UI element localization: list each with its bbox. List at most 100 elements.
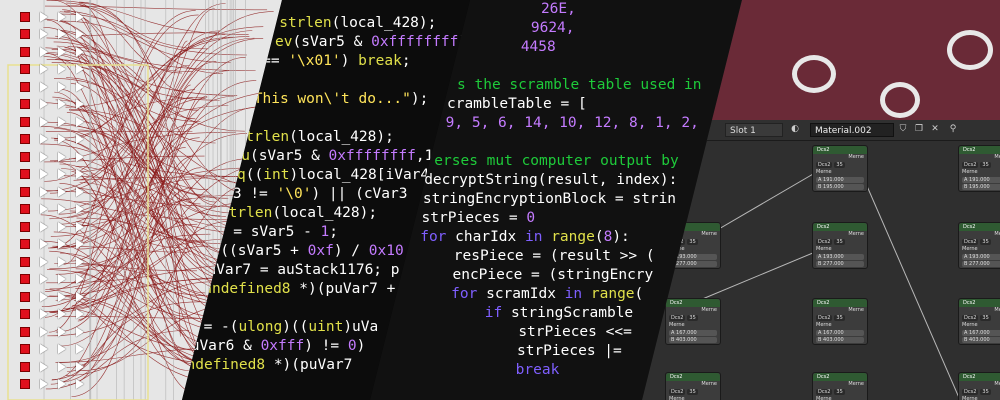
- code-token: encPiece = (stringEncry: [391, 267, 654, 283]
- node-dropdown[interactable]: Dcs235: [962, 315, 1000, 321]
- input-pin[interactable]: [20, 46, 30, 57]
- math-node[interactable]: Dcs2MerneDcs235MerneA 193.000B 277.000: [958, 222, 1000, 269]
- input-pin[interactable]: [20, 134, 30, 145]
- node-title[interactable]: Dcs2: [959, 299, 1000, 307]
- code-token: )uVa: [343, 319, 379, 335]
- gate-row: [20, 166, 84, 184]
- value-b-field[interactable]: B 195.000: [816, 184, 864, 190]
- node-title[interactable]: Dcs2: [666, 373, 720, 381]
- input-pin[interactable]: [20, 151, 30, 162]
- buffer-gate-icon: [76, 151, 84, 162]
- node-dropdown[interactable]: Dcs235: [962, 389, 1000, 395]
- buffer-gate-icon: [40, 11, 48, 22]
- input-pin[interactable]: [20, 29, 30, 40]
- node-dropdown[interactable]: Dcs235: [669, 389, 717, 395]
- buffer-gate-icon: [58, 151, 66, 162]
- math-node[interactable]: Dcs2MerneDcs235MerneA 191.000B 195.000: [812, 145, 868, 192]
- buffer-gate-icon: [76, 169, 84, 180]
- input-pin[interactable]: [20, 291, 30, 302]
- node-dropdown[interactable]: Dcs235: [816, 239, 864, 245]
- math-node[interactable]: Dcs2MerneDcs235MerneA 167.000B 403.000: [812, 298, 868, 345]
- buffer-gate-icon: [40, 291, 48, 302]
- input-pin[interactable]: [20, 221, 30, 232]
- buffer-gate-icon: [58, 239, 66, 250]
- node-dropdown[interactable]: Dcs235: [962, 239, 1000, 245]
- gate-row: [20, 323, 84, 341]
- value-b-field[interactable]: B 277.000: [962, 261, 1000, 267]
- node-dropdown[interactable]: Dcs235: [816, 315, 864, 321]
- value-b-field[interactable]: B 195.000: [962, 184, 1000, 190]
- code-token: for: [390, 286, 478, 302]
- value-a-field[interactable]: A 167.000: [962, 330, 1000, 336]
- node-title[interactable]: Dcs2: [813, 146, 867, 154]
- value-a-field[interactable]: A 193.000: [816, 254, 864, 260]
- input-pin[interactable]: [20, 186, 30, 197]
- value-a-field[interactable]: A 193.000: [962, 254, 1000, 260]
- value-b-field[interactable]: B 403.000: [816, 337, 864, 343]
- node-dropdown[interactable]: Dcs235: [962, 162, 1000, 168]
- math-node[interactable]: Dcs2MerneDcs235MerneA 100.000B 333.000: [665, 372, 721, 400]
- value-b-field[interactable]: B 403.000: [669, 337, 717, 343]
- value-a-field[interactable]: A 167.000: [816, 330, 864, 336]
- buffer-gate-icon: [76, 46, 84, 57]
- math-node[interactable]: Dcs2MerneDcs235MerneA 100.000B 333.000: [958, 372, 1000, 400]
- node-input-label: Merne: [816, 396, 832, 400]
- input-pin[interactable]: [20, 256, 30, 267]
- code-token: stringEncryptionBlock = strin: [396, 191, 677, 207]
- code-token: break: [358, 53, 402, 69]
- input-pin[interactable]: [20, 99, 30, 110]
- value-a-field[interactable]: A 167.000: [669, 330, 717, 336]
- code-token: ):: [612, 229, 630, 245]
- code-token: range: [590, 286, 635, 302]
- gate-row: [20, 253, 84, 271]
- code-token: resPiece = (result >> (: [392, 248, 655, 264]
- buffer-gate-icon: [76, 116, 84, 127]
- node-input-label: Merne: [962, 322, 978, 328]
- node-title[interactable]: Dcs2: [813, 299, 867, 307]
- value-a-field[interactable]: A 191.000: [962, 177, 1000, 183]
- node-title[interactable]: Dcs2: [959, 223, 1000, 231]
- node-dropdown[interactable]: Dcs235: [816, 389, 864, 395]
- input-pin[interactable]: [20, 64, 30, 75]
- buffer-gate-icon: [76, 81, 84, 92]
- code-token: 0x10: [368, 243, 404, 259]
- input-pin[interactable]: [20, 11, 30, 22]
- value-a-field[interactable]: A 191.000: [816, 177, 864, 183]
- node-title[interactable]: Dcs2: [813, 223, 867, 231]
- input-pin[interactable]: [20, 169, 30, 180]
- input-pin[interactable]: [20, 116, 30, 127]
- node-output-label: Merne: [848, 154, 864, 160]
- node-title[interactable]: Dcs2: [813, 373, 867, 381]
- input-pin[interactable]: [20, 274, 30, 285]
- value-b-field[interactable]: B 277.000: [816, 261, 864, 267]
- node-dropdown[interactable]: Dcs235: [669, 315, 717, 321]
- input-pin[interactable]: [20, 309, 30, 320]
- math-node[interactable]: Dcs2MerneDcs235MerneA 167.000B 403.000: [665, 298, 721, 345]
- code-line: strPieces |=: [386, 342, 622, 361]
- math-node[interactable]: Dcs2MerneDcs235MerneA 167.000B 403.000: [958, 298, 1000, 345]
- code-token: *)(puVar7 + -: [290, 281, 413, 297]
- math-node[interactable]: Dcs2MerneDcs235MerneA 191.000B 195.000: [958, 145, 1000, 192]
- input-pin[interactable]: [20, 361, 30, 372]
- input-pin[interactable]: [20, 81, 30, 92]
- math-node[interactable]: Dcs2MerneDcs235MerneA 193.000B 277.000: [812, 222, 868, 269]
- input-pin[interactable]: [20, 204, 30, 215]
- code-token: scramIdx: [477, 286, 565, 302]
- code-line: for charIdx in range(8):: [394, 228, 630, 247]
- node-title[interactable]: Dcs2: [959, 373, 1000, 381]
- input-pin[interactable]: [20, 379, 30, 390]
- node-dropdown[interactable]: Dcs235: [816, 162, 864, 168]
- node-title[interactable]: Dcs2: [959, 146, 1000, 154]
- node-title[interactable]: Dcs2: [666, 299, 720, 307]
- buffer-gate-icon: [58, 169, 66, 180]
- math-node[interactable]: Dcs2MerneDcs235MerneA 100.000B 333.000: [812, 372, 868, 400]
- input-pin[interactable]: [20, 344, 30, 355]
- buffer-gate-icon: [76, 344, 84, 355]
- gate-row: [20, 271, 84, 289]
- buffer-gate-icon: [58, 99, 66, 110]
- input-pin[interactable]: [20, 326, 30, 337]
- value-b-field[interactable]: B 403.000: [962, 337, 1000, 343]
- input-pin[interactable]: [20, 239, 30, 250]
- buffer-gate-icon: [58, 361, 66, 372]
